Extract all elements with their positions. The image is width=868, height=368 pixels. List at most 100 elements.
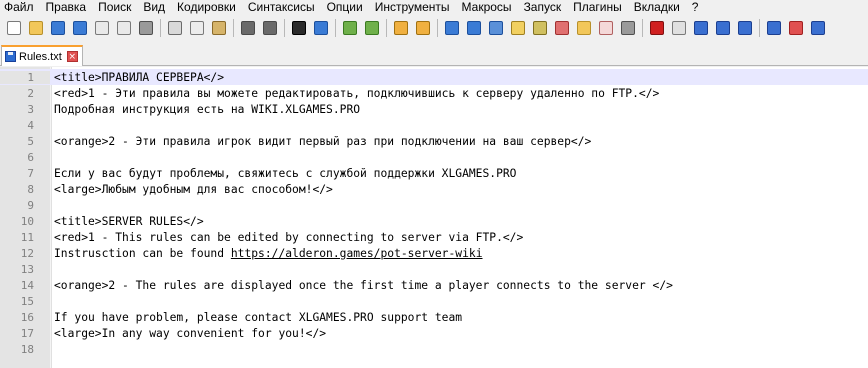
monitor-icon bbox=[599, 20, 613, 35]
doc-map-icon bbox=[511, 20, 525, 35]
editor-line[interactable]: 14 <orange>2 - The rules are displayed on… bbox=[0, 277, 868, 293]
close-all-button[interactable] bbox=[115, 19, 133, 37]
run-macro-multiple-button[interactable] bbox=[714, 19, 732, 37]
record-macro-button[interactable] bbox=[648, 19, 666, 37]
sync-vertical-button[interactable] bbox=[392, 19, 410, 37]
plugin-3-button[interactable] bbox=[809, 19, 827, 37]
menu-item-7[interactable]: Инструменты bbox=[369, 0, 456, 14]
plugin-2-button[interactable] bbox=[787, 19, 805, 37]
editor-line[interactable]: 18 bbox=[0, 341, 868, 357]
menu-item-11[interactable]: Вкладки bbox=[628, 0, 686, 14]
line-number: 16 bbox=[20, 310, 34, 324]
run-macro-multiple-icon bbox=[716, 20, 730, 35]
plugin-3-icon bbox=[811, 20, 825, 35]
tab-close-icon[interactable]: × bbox=[66, 51, 78, 62]
eye-button[interactable] bbox=[619, 19, 637, 37]
line-number: 17 bbox=[20, 326, 34, 340]
plugin-1-button[interactable] bbox=[765, 19, 783, 37]
editor-line[interactable]: 2 <red>1 - Эти правила вы можете редактир… bbox=[0, 85, 868, 101]
editor-line[interactable]: 5 <orange>2 - Эти правила игрок видит пер… bbox=[0, 133, 868, 149]
editor-line[interactable]: 8 <large>Любым удобным для вас способом!<… bbox=[0, 181, 868, 197]
print-icon bbox=[139, 20, 153, 35]
menu-item-0[interactable]: Файл bbox=[0, 0, 40, 14]
open-file-icon bbox=[29, 20, 43, 35]
menu-item-4[interactable]: Кодировки bbox=[171, 0, 242, 14]
menu-item-3[interactable]: Вид bbox=[137, 0, 171, 14]
line-text: Если у вас будут проблемы, свяжитесь с с… bbox=[54, 166, 517, 180]
redo-button[interactable] bbox=[261, 19, 279, 37]
cut-button[interactable] bbox=[166, 19, 184, 37]
line-text: Подробная инструкция есть на WIKI.XLGAME… bbox=[54, 102, 361, 116]
editor-line[interactable]: 16 If you have problem, please contact XL… bbox=[0, 309, 868, 325]
menu-item-5[interactable]: Синтаксисы bbox=[242, 0, 321, 14]
play-macro-button[interactable] bbox=[692, 19, 710, 37]
plugin-2-icon bbox=[789, 20, 803, 35]
menu-item-8[interactable]: Макросы bbox=[456, 0, 518, 14]
folder-workspace-button[interactable] bbox=[575, 19, 593, 37]
show-all-chars-button[interactable] bbox=[465, 19, 483, 37]
editor-lines[interactable]: 1 <title>ПРАВИЛА СЕРВЕРА</> 2 <red>1 - Эти … bbox=[0, 69, 868, 357]
doc-map-button[interactable] bbox=[509, 19, 527, 37]
editor-line[interactable]: 15 bbox=[0, 293, 868, 309]
menu-item-9[interactable]: Запуск bbox=[518, 0, 568, 14]
open-file-button[interactable] bbox=[27, 19, 45, 37]
monitor-button[interactable] bbox=[597, 19, 615, 37]
file-saved-icon bbox=[5, 51, 16, 62]
toolbar-separator bbox=[335, 18, 336, 37]
toolbar-separator bbox=[386, 18, 387, 37]
save-icon bbox=[51, 20, 65, 35]
line-text: If you have problem, please contact XLGA… bbox=[54, 310, 463, 324]
menu-item-2[interactable]: Поиск bbox=[92, 0, 137, 14]
line-text: <red>1 - Эти правила вы можете редактиро… bbox=[54, 86, 660, 100]
wiki-link[interactable]: https://alderon.games/pot-server-wiki bbox=[231, 247, 483, 260]
editor-line[interactable]: 10 <title>SERVER RULES</> bbox=[0, 213, 868, 229]
print-button[interactable] bbox=[137, 19, 155, 37]
stop-macro-button[interactable] bbox=[670, 19, 688, 37]
toolbar-separator bbox=[233, 18, 234, 37]
sync-horizontal-button[interactable] bbox=[414, 19, 432, 37]
word-wrap-button[interactable] bbox=[443, 19, 461, 37]
editor-line[interactable]: 17 <large>In any way convenient for you!<… bbox=[0, 325, 868, 341]
undo-button[interactable] bbox=[239, 19, 257, 37]
line-text: <large>In any way convenient for you!</> bbox=[54, 326, 327, 340]
close-button[interactable] bbox=[93, 19, 111, 37]
zoom-out-button[interactable] bbox=[363, 19, 381, 37]
indent-guide-button[interactable] bbox=[487, 19, 505, 37]
paste-button[interactable] bbox=[210, 19, 228, 37]
word-wrap-icon bbox=[445, 20, 459, 35]
editor-line[interactable]: 11 <red>1 - This rules can be edited by c… bbox=[0, 229, 868, 245]
editor-line[interactable]: 4 bbox=[0, 117, 868, 133]
line-number: 7 bbox=[27, 166, 34, 180]
editor-area[interactable]: 1 <title>ПРАВИЛА СЕРВЕРА</> 2 <red>1 - Эти … bbox=[0, 67, 868, 368]
undo-icon bbox=[241, 20, 255, 35]
replace-button[interactable] bbox=[312, 19, 330, 37]
copy-button[interactable] bbox=[188, 19, 206, 37]
define-lang-button[interactable] bbox=[553, 19, 571, 37]
new-file-icon bbox=[7, 20, 21, 35]
editor-line[interactable]: 13 bbox=[0, 261, 868, 277]
find-button[interactable] bbox=[290, 19, 308, 37]
play-macro-icon bbox=[694, 20, 708, 35]
save-button[interactable] bbox=[49, 19, 67, 37]
editor-line[interactable]: 9 bbox=[0, 197, 868, 213]
menu-item-6[interactable]: Опции bbox=[321, 0, 369, 14]
editor-line[interactable]: 6 bbox=[0, 149, 868, 165]
editor-line[interactable]: 1 <title>ПРАВИЛА СЕРВЕРА</> bbox=[0, 69, 868, 85]
editor-line[interactable]: 12 Instrusction can be found https://alde… bbox=[0, 245, 868, 261]
close-icon bbox=[95, 20, 109, 35]
save-all-button[interactable] bbox=[71, 19, 89, 37]
find-icon bbox=[292, 20, 306, 35]
new-file-button[interactable] bbox=[5, 19, 23, 37]
menu-item-1[interactable]: Правка bbox=[40, 0, 93, 14]
menu-item-12[interactable]: ? bbox=[686, 0, 705, 14]
menu-item-10[interactable]: Плагины bbox=[567, 0, 628, 14]
tab-rules-txt[interactable]: Rules.txt × bbox=[1, 45, 83, 66]
save-macro-button[interactable] bbox=[736, 19, 754, 37]
line-number: 13 bbox=[20, 262, 34, 276]
close-all-icon bbox=[117, 20, 131, 35]
zoom-in-button[interactable] bbox=[341, 19, 359, 37]
editor-line[interactable]: 3 Подробная инструкция есть на WIKI.XLGAM… bbox=[0, 101, 868, 117]
line-number: 11 bbox=[20, 230, 34, 244]
function-list-button[interactable] bbox=[531, 19, 549, 37]
editor-line[interactable]: 7 Если у вас будут проблемы, свяжитесь с … bbox=[0, 165, 868, 181]
